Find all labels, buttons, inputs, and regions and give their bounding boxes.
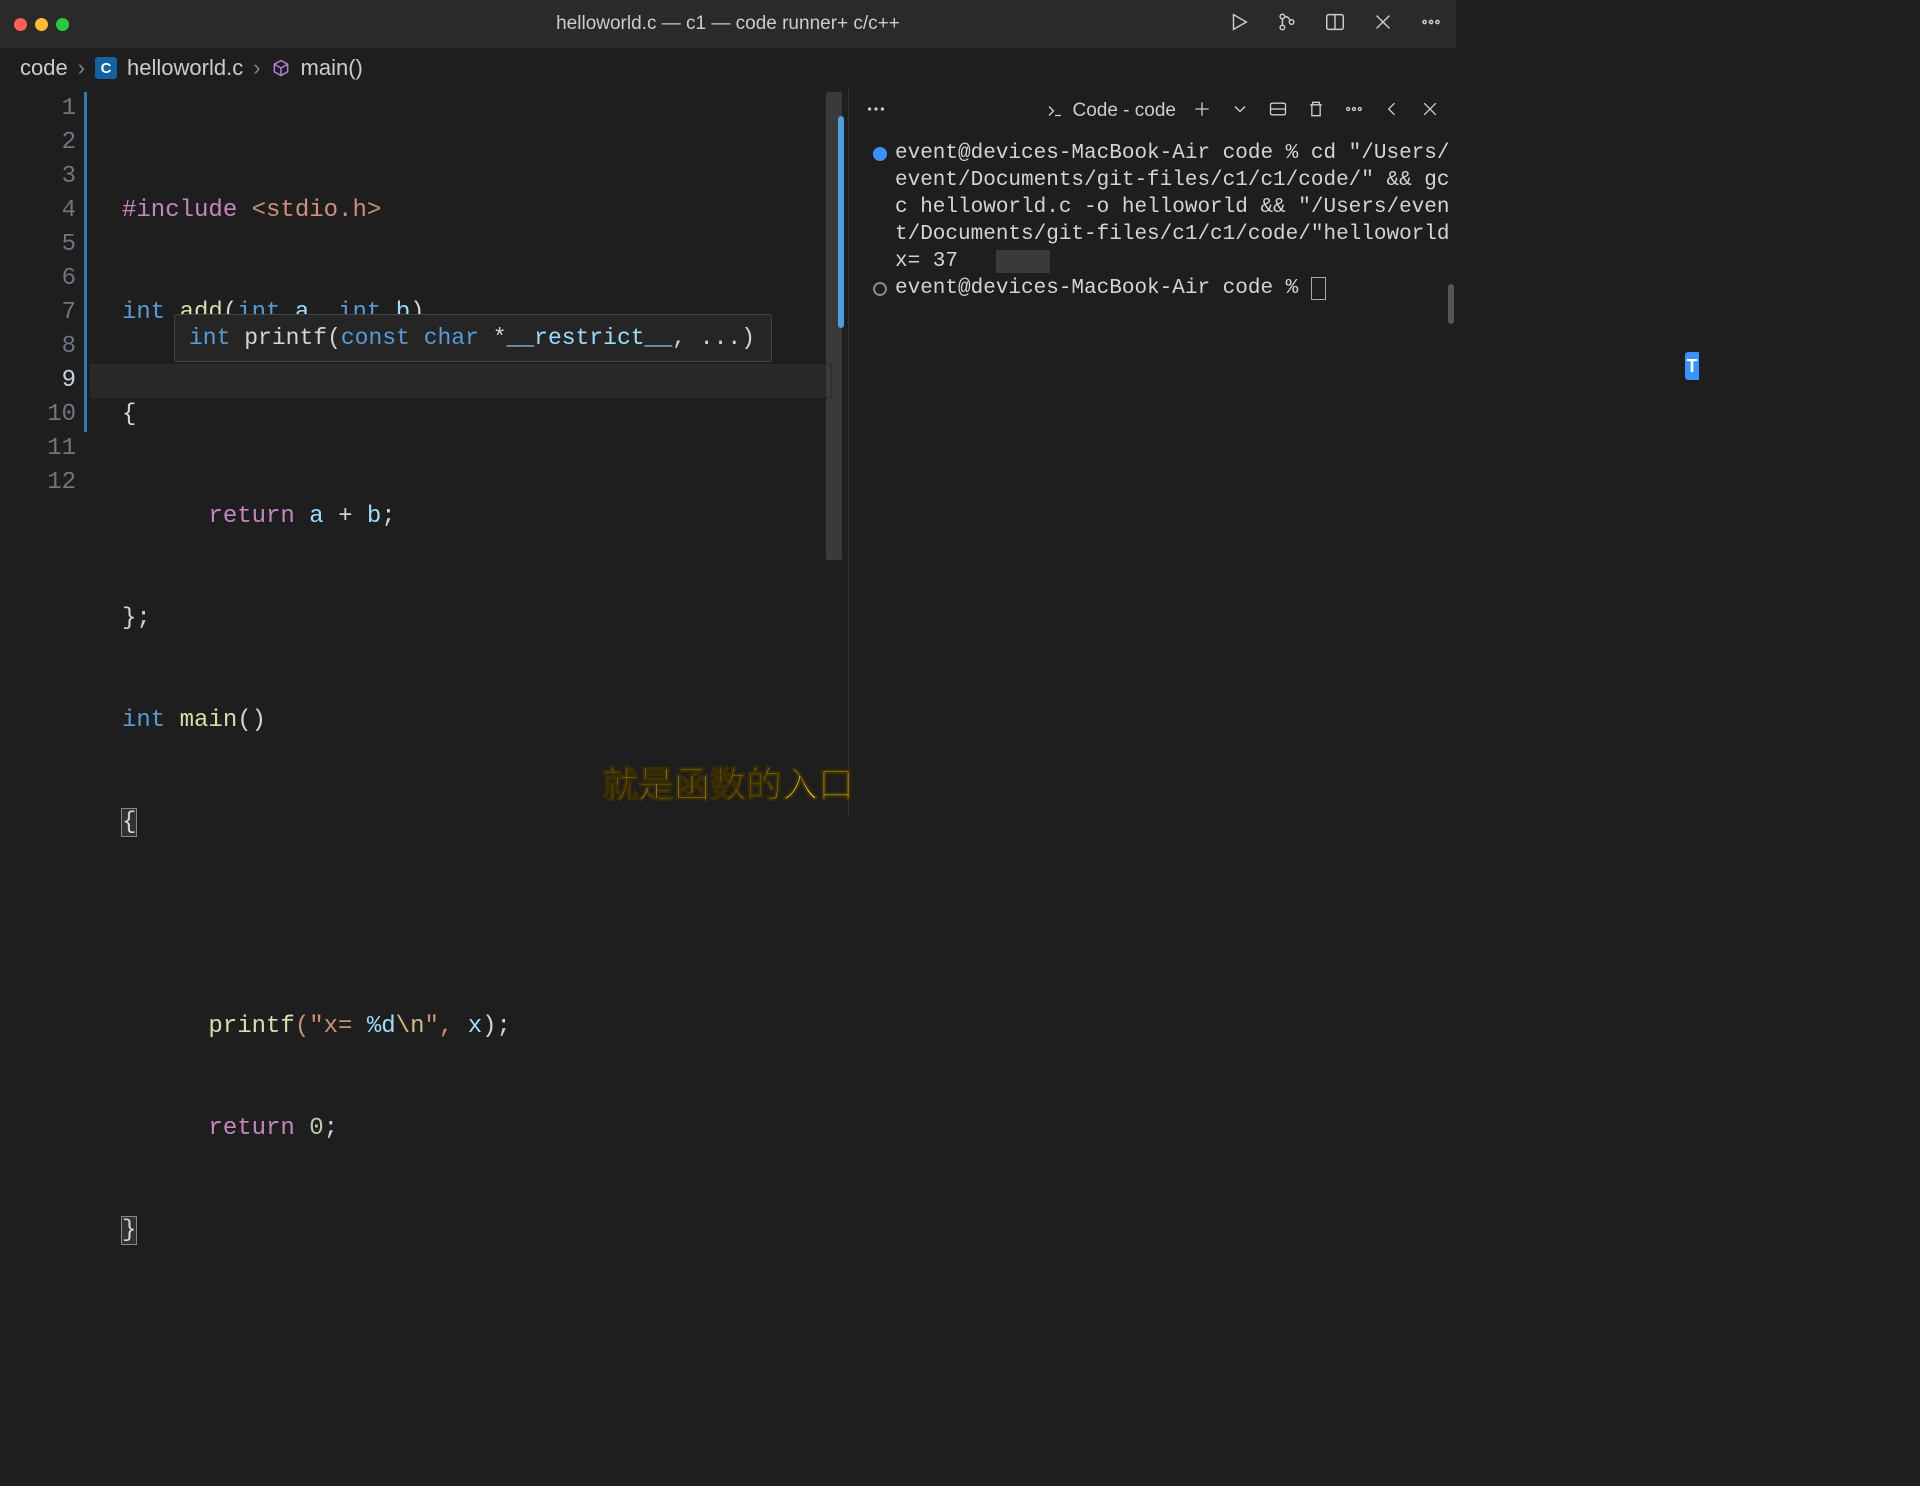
code-token: #include bbox=[122, 197, 237, 224]
code-token: () bbox=[237, 707, 266, 734]
breadcrumb-sep-icon: › bbox=[253, 55, 260, 81]
code-token: ("x= bbox=[295, 1013, 367, 1040]
breadcrumb-sep-icon: › bbox=[78, 55, 85, 81]
subtitle-caption: 就是函数的入口 bbox=[602, 756, 854, 808]
terminal-output: event@devices-MacBook-Air code % cd "/Us… bbox=[895, 140, 1454, 248]
current-line-highlight bbox=[90, 364, 832, 398]
run-icon[interactable] bbox=[1228, 11, 1250, 38]
code-token: printf bbox=[208, 1013, 294, 1040]
terminal-actions bbox=[1192, 99, 1440, 124]
code-token: return bbox=[208, 503, 294, 530]
terminal-more-icon[interactable] bbox=[865, 98, 887, 125]
split-terminal-icon[interactable] bbox=[1268, 99, 1288, 124]
terminal-scrollbar[interactable] bbox=[1448, 284, 1454, 324]
code-token: ", bbox=[424, 1013, 467, 1040]
terminal-line: x= 37 bbox=[873, 248, 1454, 275]
code-token: ); bbox=[482, 1013, 511, 1040]
hint-token: int bbox=[189, 321, 230, 355]
code-token: ; bbox=[136, 605, 150, 632]
maximize-window-button[interactable] bbox=[56, 18, 69, 31]
terminal-body[interactable]: event@devices-MacBook-Air code % cd "/Us… bbox=[849, 134, 1456, 816]
code-token: b bbox=[367, 503, 381, 530]
terminal-overflow-icon[interactable] bbox=[1344, 99, 1364, 124]
terminal-line: event@devices-MacBook-Air code % cd "/Us… bbox=[873, 140, 1454, 248]
main-area: 123456789101112 #include <stdio.h> int a… bbox=[0, 88, 1456, 816]
code-token: } bbox=[122, 605, 136, 632]
code-token: a bbox=[309, 503, 323, 530]
code-token: return bbox=[208, 1115, 294, 1142]
code-token: int bbox=[122, 707, 165, 734]
terminal-close-icon[interactable] bbox=[1420, 99, 1440, 124]
breadcrumb[interactable]: code › C helloworld.c › main() bbox=[0, 48, 1456, 88]
terminal-output: x= 37 bbox=[895, 250, 958, 273]
line-number-gutter: 123456789101112 bbox=[0, 88, 90, 816]
code-token: 0 bbox=[309, 1115, 323, 1142]
close-editor-icon[interactable] bbox=[1372, 11, 1394, 38]
terminal-pane: T Code - code event@devices-MacB bbox=[848, 88, 1456, 816]
bracket-match-icon: } bbox=[122, 1217, 136, 1244]
vcs-change-gutter bbox=[84, 92, 87, 432]
split-editor-icon[interactable] bbox=[1324, 11, 1346, 38]
new-terminal-icon[interactable] bbox=[1192, 99, 1212, 124]
breadcrumb-file[interactable]: helloworld.c bbox=[127, 55, 243, 81]
kill-terminal-icon[interactable] bbox=[1306, 99, 1326, 124]
source-control-icon[interactable] bbox=[1276, 11, 1298, 38]
code-token: \n bbox=[396, 1013, 425, 1040]
editor-pane[interactable]: 123456789101112 #include <stdio.h> int a… bbox=[0, 88, 848, 816]
traffic-lights bbox=[14, 18, 69, 31]
breadcrumb-symbol[interactable]: main() bbox=[301, 55, 363, 81]
code-token: x bbox=[468, 1013, 482, 1040]
code-token: %d bbox=[367, 1013, 396, 1040]
terminal-back-icon[interactable] bbox=[1382, 99, 1402, 124]
parameter-hint-popup: int printf(const char *__restrict__, ...… bbox=[174, 314, 772, 362]
code-token: int bbox=[122, 299, 165, 326]
terminal-cursor bbox=[1311, 277, 1326, 300]
symbol-method-icon bbox=[271, 58, 291, 78]
code-token: + bbox=[338, 503, 352, 530]
window-title: helloworld.c — c1 — code runner+ c/c++ bbox=[556, 13, 900, 35]
code-token: ; bbox=[324, 1115, 338, 1142]
terminal-prompt: event@devices-MacBook-Air code % bbox=[895, 277, 1311, 300]
code-editor[interactable]: #include <stdio.h> int add(int a, int b)… bbox=[90, 88, 848, 816]
hint-token: printf bbox=[244, 321, 327, 355]
terminal-tab-label: Code - code bbox=[1072, 100, 1176, 122]
code-token: ; bbox=[381, 503, 395, 530]
terminal-tab[interactable]: Code - code bbox=[1046, 100, 1176, 122]
hint-token: * bbox=[493, 321, 507, 355]
titlebar-actions bbox=[1228, 11, 1442, 38]
terminal-dropdown-icon[interactable] bbox=[1230, 99, 1250, 124]
breadcrumb-root[interactable]: code bbox=[20, 55, 68, 81]
code-token: { bbox=[122, 401, 136, 428]
window-titlebar: helloworld.c — c1 — code runner+ c/c++ bbox=[0, 0, 1456, 48]
hint-token: , ...) bbox=[672, 321, 755, 355]
minimize-window-button[interactable] bbox=[35, 18, 48, 31]
close-window-button[interactable] bbox=[14, 18, 27, 31]
bracket-match-icon: { bbox=[122, 809, 136, 836]
status-dot-icon bbox=[873, 147, 887, 161]
terminal-line: event@devices-MacBook-Air code % bbox=[873, 275, 1454, 302]
terminal-header: Code - code bbox=[849, 88, 1456, 134]
code-token: <stdio.h> bbox=[252, 197, 382, 224]
hint-token: ( bbox=[327, 321, 341, 355]
code-token: main bbox=[180, 707, 238, 734]
annotation-tab[interactable]: T bbox=[1685, 352, 1699, 380]
c-file-icon: C bbox=[95, 57, 117, 79]
hint-token: const bbox=[341, 321, 410, 355]
terminal-selection bbox=[996, 250, 1050, 273]
status-dot-icon bbox=[873, 282, 887, 296]
more-actions-icon[interactable] bbox=[1420, 11, 1442, 38]
hint-token: char bbox=[424, 321, 479, 355]
hint-token: __restrict__ bbox=[507, 321, 673, 355]
